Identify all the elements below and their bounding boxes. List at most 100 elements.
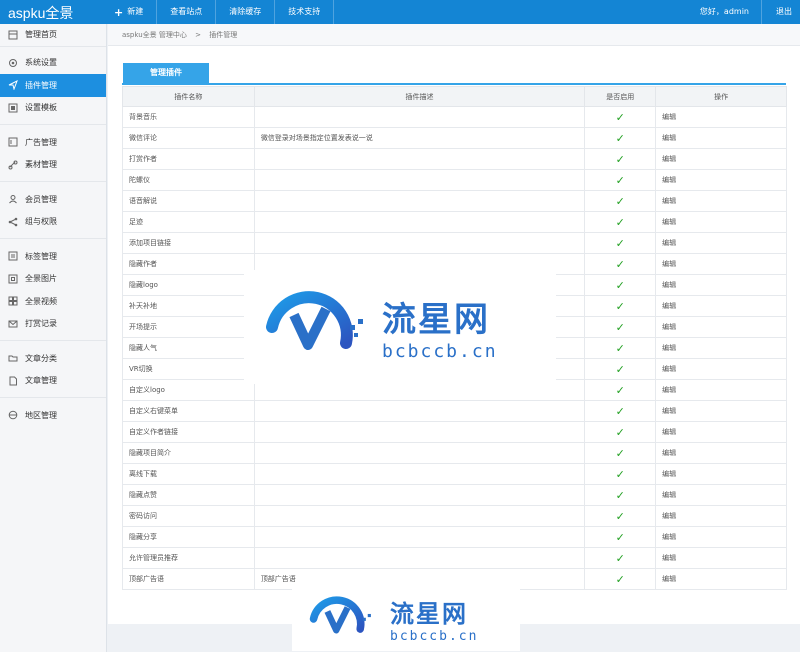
tech-support-link[interactable]: 技术支持 [275,0,335,24]
edit-link[interactable]: 编辑 [655,127,787,149]
watermark-domain: bcbccb.cn [382,341,498,362]
check-icon[interactable]: ✓ [616,426,625,439]
sidebar-item-label: 文章管理 [25,376,57,386]
check-icon[interactable]: ✓ [616,216,625,229]
edit-link[interactable]: 编辑 [655,568,787,590]
check-icon[interactable]: ✓ [616,195,625,208]
plugin-enabled-cell: ✓ [584,568,657,590]
sidebar-item-panorama-images[interactable]: 全景图片 [0,268,106,291]
tag-icon [8,251,18,261]
edit-link[interactable]: 编辑 [655,169,787,191]
check-icon[interactable]: ✓ [616,384,625,397]
plugin-description-cell [253,148,586,170]
check-icon[interactable]: ✓ [616,300,625,313]
sidebar-item-tags[interactable]: 标签管理 [0,245,106,268]
plugin-enabled-cell: ✓ [584,190,657,212]
link-icon [8,160,18,170]
plus-icon: + [114,5,124,19]
edit-link[interactable]: 编辑 [655,190,787,212]
edit-link[interactable]: 编辑 [655,379,787,401]
check-icon[interactable]: ✓ [616,342,625,355]
edit-link[interactable]: 编辑 [655,295,787,317]
check-icon[interactable]: ✓ [616,447,625,460]
plugin-name-cell: 语音解说 [122,190,255,212]
plugin-name-cell: 隐藏logo [122,274,255,296]
plugin-name-cell: 隐藏项目简介 [122,442,255,464]
sidebar-item-article-categories[interactable]: 文章分类 [0,347,106,370]
sidebar-item-label: 插件管理 [25,80,57,90]
sidebar-item-panorama-videos[interactable]: 全景视频 [0,290,106,313]
sidebar-item-regions[interactable]: 地区管理 [0,404,106,427]
sidebar-item-members[interactable]: 会员管理 [0,188,106,211]
edit-link[interactable]: 编辑 [655,232,787,254]
sidebar-item-ads[interactable]: 广告管理 [0,131,106,154]
logout-link[interactable]: 退出 [762,0,792,24]
edit-link[interactable]: 编辑 [655,358,787,380]
check-icon[interactable]: ✓ [616,237,625,250]
check-icon[interactable]: ✓ [616,363,625,376]
app-logo[interactable]: aspku全景 [8,3,73,23]
check-icon[interactable]: ✓ [616,132,625,145]
sidebar-item-materials[interactable]: 素材管理 [0,154,106,177]
plugin-description-cell [253,442,586,464]
check-icon[interactable]: ✓ [616,279,625,292]
check-icon[interactable]: ✓ [616,531,625,544]
watermark-chinese: 流星网 [390,600,468,628]
check-icon[interactable]: ✓ [616,405,625,418]
plugin-name-cell: 允许管理员推荐 [122,547,255,569]
check-icon[interactable]: ✓ [616,321,625,334]
edit-link[interactable]: 编辑 [655,421,787,443]
check-icon[interactable]: ✓ [616,510,625,523]
edit-link[interactable]: 编辑 [655,337,787,359]
tab-manage-plugins[interactable]: 管理插件 [123,63,209,83]
new-button[interactable]: + 新建 [104,0,158,24]
sidebar-item-label: 全景视频 [25,296,57,306]
sidebar-item-tips[interactable]: 打赏记录 [0,313,106,336]
sidebar-item-plugins[interactable]: 插件管理 [0,74,106,97]
check-icon[interactable]: ✓ [616,174,625,187]
edit-link[interactable]: 编辑 [655,211,787,233]
edit-link[interactable]: 编辑 [655,442,787,464]
check-icon[interactable]: ✓ [616,111,625,124]
check-icon[interactable]: ✓ [616,468,625,481]
breadcrumb-home[interactable]: aspku全景 管理中心 [122,31,187,39]
watermark-overlay: 流星网 bcbccb.cn [244,270,556,384]
view-site-link[interactable]: 查看站点 [157,0,217,24]
home-icon [8,30,18,40]
plugin-name-cell: 顶部广告语 [122,568,255,590]
check-icon[interactable]: ✓ [616,153,625,166]
plugin-description-cell [253,211,586,233]
edit-link[interactable]: 编辑 [655,547,787,569]
check-icon[interactable]: ✓ [616,258,625,271]
check-icon[interactable]: ✓ [616,489,625,502]
file-icon [8,376,18,386]
sidebar-item-templates[interactable]: 设置模板 [0,97,106,120]
edit-link[interactable]: 编辑 [655,505,787,527]
edit-link[interactable]: 编辑 [655,526,787,548]
users-icon [8,194,18,204]
sidebar-item-groups[interactable]: 组与权限 [0,211,106,234]
plugin-name-cell: 自定义右键菜单 [122,400,255,422]
table-header-row: 插件名称 插件描述 是否启用 操作 [122,86,787,107]
edit-link[interactable]: 编辑 [655,253,787,275]
folder-icon [8,353,18,363]
edit-link[interactable]: 编辑 [655,148,787,170]
edit-link[interactable]: 编辑 [655,463,787,485]
check-icon[interactable]: ✓ [616,573,625,586]
breadcrumb-separator: > [195,31,201,39]
table-row: 隐藏分享 ✓ 编辑 [122,526,787,548]
sidebar-item-articles[interactable]: 文章管理 [0,370,106,393]
edit-link[interactable]: 编辑 [655,400,787,422]
edit-link[interactable]: 编辑 [655,274,787,296]
check-icon[interactable]: ✓ [616,552,625,565]
sidebar-item-home[interactable]: 管理首页 [0,24,106,47]
column-header-description: 插件描述 [253,86,586,107]
clear-cache-link[interactable]: 清除缓存 [216,0,276,24]
plugin-name-cell: 足迹 [122,211,255,233]
sidebar-item-system-settings[interactable]: 系统设置 [0,52,106,75]
edit-link[interactable]: 编辑 [655,316,787,338]
edit-link[interactable]: 编辑 [655,106,787,128]
edit-link[interactable]: 编辑 [655,484,787,506]
plugin-name-cell: 离线下载 [122,463,255,485]
table-row: 打赏作者 ✓ 编辑 [122,148,787,170]
